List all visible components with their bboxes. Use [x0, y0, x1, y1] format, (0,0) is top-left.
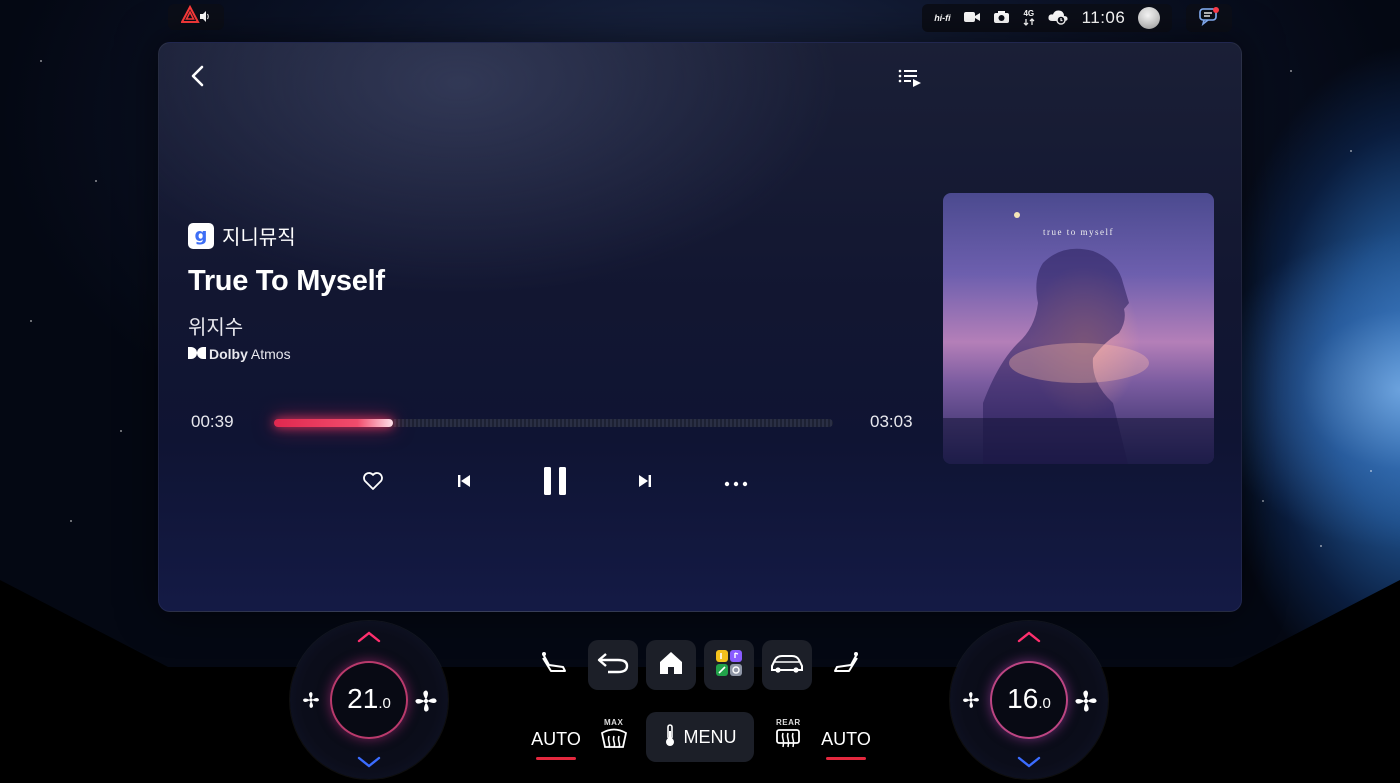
left-temp-decimal: .0	[378, 695, 391, 712]
right-auto-indicator	[826, 757, 866, 760]
album-art[interactable]: true to myself	[943, 193, 1214, 464]
pause-button[interactable]	[533, 463, 577, 503]
message-icon	[1196, 6, 1222, 31]
seat-recline-icon	[539, 651, 569, 680]
user-avatar[interactable]	[1137, 7, 1160, 29]
windshield-defrost-icon	[599, 727, 629, 754]
driver-seat-button[interactable]	[536, 648, 572, 682]
camera-video-icon	[963, 10, 981, 27]
rear-window-defrost-icon	[775, 727, 801, 754]
heart-icon	[362, 471, 384, 496]
skip-next-icon	[637, 473, 653, 494]
music-player-panel: g 지니뮤직 True To Myself 위지수 Dolby Atmos 00…	[158, 42, 1242, 612]
message-button[interactable]	[1186, 4, 1232, 32]
next-track-button[interactable]	[625, 463, 665, 503]
right-temp-value: 16	[1007, 683, 1039, 714]
camera-icon	[993, 10, 1010, 27]
climate-menu-button[interactable]: MENU	[646, 712, 754, 762]
clock: 11:06	[1081, 8, 1126, 27]
network-4g-icon: 4G	[1023, 9, 1035, 28]
seat-recline-icon	[831, 651, 861, 680]
hifi-badge: hi-fi	[934, 13, 951, 23]
car-icon	[769, 652, 805, 679]
left-auto-indicator	[536, 757, 576, 760]
rear-defrost-button[interactable]	[770, 728, 806, 752]
music-source: g 지니뮤직	[188, 221, 296, 250]
thermometer-icon	[664, 723, 676, 752]
status-tray: hi-fi 4G 11:06	[922, 4, 1172, 32]
right-temp-up-button[interactable]	[1016, 629, 1042, 645]
pause-icon	[542, 466, 568, 501]
right-climate-dial[interactable]: 16.0	[950, 621, 1108, 779]
front-defrost-button[interactable]	[596, 728, 632, 752]
right-temp-down-button[interactable]	[1016, 754, 1042, 770]
fan-high-icon[interactable]	[414, 689, 438, 713]
home-button[interactable]	[646, 640, 696, 690]
chevron-left-icon	[190, 65, 206, 92]
right-temp-display: 16.0	[990, 661, 1068, 739]
climate-menu-label: MENU	[683, 726, 737, 747]
song-title: True To Myself	[188, 265, 385, 297]
current-time: 00:39	[191, 412, 234, 431]
dolby-icon	[188, 346, 206, 362]
home-icon	[657, 649, 685, 682]
total-time: 03:03	[870, 412, 913, 431]
more-options-button[interactable]	[716, 463, 756, 503]
left-auto-button[interactable]: AUTO	[531, 726, 581, 760]
dolby-format: Atmos	[250, 346, 291, 362]
genie-music-logo: g	[188, 222, 214, 249]
progress-fill	[274, 419, 394, 427]
dolby-brand: Dolby	[209, 346, 248, 362]
more-dots-icon	[724, 474, 748, 492]
hazard-button[interactable]	[168, 4, 224, 30]
fan-low-icon[interactable]	[962, 691, 980, 709]
like-button[interactable]	[353, 463, 393, 503]
hazard-warning-icon	[180, 4, 211, 30]
left-temp-display: 21.0	[330, 661, 408, 739]
apps-grid-icon	[715, 649, 743, 682]
left-temp-up-button[interactable]	[356, 629, 382, 645]
left-temp-down-button[interactable]	[356, 754, 382, 770]
fan-low-icon[interactable]	[302, 691, 320, 709]
previous-track-button[interactable]	[444, 463, 484, 503]
passenger-seat-button[interactable]	[828, 648, 864, 682]
back-return-button[interactable]	[588, 640, 638, 690]
album-art-title: true to myself	[1043, 227, 1114, 237]
artist-name: 위지수	[188, 317, 244, 339]
playlist-icon	[898, 68, 922, 93]
dolby-atmos-badge: Dolby Atmos	[188, 346, 291, 362]
left-auto-label: AUTO	[531, 728, 581, 749]
right-auto-label: AUTO	[821, 728, 871, 749]
playback-controls	[349, 463, 769, 503]
back-button[interactable]	[183, 63, 213, 93]
left-climate-dial[interactable]: 21.0	[290, 621, 448, 779]
skip-previous-icon	[456, 473, 472, 494]
apps-button[interactable]	[704, 640, 754, 690]
vehicle-button[interactable]	[762, 640, 812, 690]
right-temp-decimal: .0	[1038, 695, 1051, 712]
progress-bar[interactable]	[274, 419, 833, 427]
fan-high-icon[interactable]	[1074, 689, 1098, 713]
left-temp-value: 21	[347, 683, 379, 714]
source-name: 지니뮤직	[222, 227, 296, 249]
return-arrow-icon	[596, 651, 630, 680]
right-auto-button[interactable]: AUTO	[821, 726, 871, 760]
playlist-queue-button[interactable]	[895, 65, 925, 95]
cloud-sync-icon	[1047, 9, 1069, 28]
